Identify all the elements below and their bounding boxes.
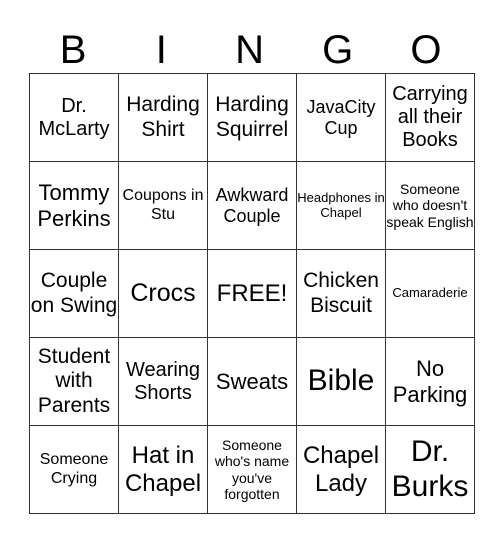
- bingo-cell[interactable]: Chapel Lady: [296, 425, 386, 514]
- bingo-cell[interactable]: Bible: [296, 337, 386, 426]
- bingo-cell[interactable]: Someone Crying: [29, 425, 119, 514]
- bingo-cell[interactable]: Tommy Perkins: [29, 161, 119, 250]
- bingo-cell[interactable]: Headphones in Chapel: [296, 161, 386, 250]
- bingo-cell[interactable]: Carrying all their Books: [385, 73, 475, 162]
- header-letter-o: O: [410, 28, 442, 72]
- bingo-cell[interactable]: Harding Shirt: [118, 73, 208, 162]
- bingo-cell[interactable]: Someone who's name you've forgotten: [207, 425, 297, 514]
- bingo-cell[interactable]: Wearing Shorts: [118, 337, 208, 426]
- header-letter-b: B: [59, 28, 87, 72]
- bingo-cell[interactable]: Coupons in Stu: [118, 161, 208, 250]
- header-letter-g: G: [322, 28, 354, 72]
- board-row: Couple on Swing Crocs FREE! Chicken Bisc…: [29, 249, 475, 338]
- bingo-cell[interactable]: JavaCity Cup: [296, 73, 386, 162]
- bingo-header: B I N G O: [29, 28, 470, 73]
- bingo-cell[interactable]: Someone who doesn't speak English: [385, 161, 475, 250]
- bingo-cell[interactable]: Crocs: [118, 249, 208, 338]
- bingo-cell[interactable]: Dr. Burks: [385, 425, 475, 514]
- header-letter-i: I: [155, 28, 167, 72]
- bingo-cell[interactable]: Camaraderie: [385, 249, 475, 338]
- bingo-cell[interactable]: Student with Parents: [29, 337, 119, 426]
- bingo-cell[interactable]: Dr. McLarty: [29, 73, 119, 162]
- board-row: Dr. McLarty Harding Shirt Harding Squirr…: [29, 73, 475, 162]
- bingo-cell[interactable]: Couple on Swing: [29, 249, 119, 338]
- bingo-cell[interactable]: Sweats: [207, 337, 297, 426]
- bingo-cell[interactable]: Harding Squirrel: [207, 73, 297, 162]
- bingo-cell free-space[interactable]: FREE!: [207, 249, 297, 338]
- bingo-cell[interactable]: Awkward Couple: [207, 161, 297, 250]
- bingo-cell[interactable]: Chicken Biscuit: [296, 249, 386, 338]
- board-row: Student with Parents Wearing Shorts Swea…: [29, 337, 475, 426]
- board-row: Tommy Perkins Coupons in Stu Awkward Cou…: [29, 161, 475, 250]
- bingo-cell[interactable]: No Parking: [385, 337, 475, 426]
- header-letter-n: N: [235, 28, 264, 72]
- board-row: Someone Crying Hat in Chapel Someone who…: [29, 425, 475, 514]
- bingo-board: Dr. McLarty Harding Shirt Harding Squirr…: [29, 73, 475, 514]
- bingo-cell[interactable]: Hat in Chapel: [118, 425, 208, 514]
